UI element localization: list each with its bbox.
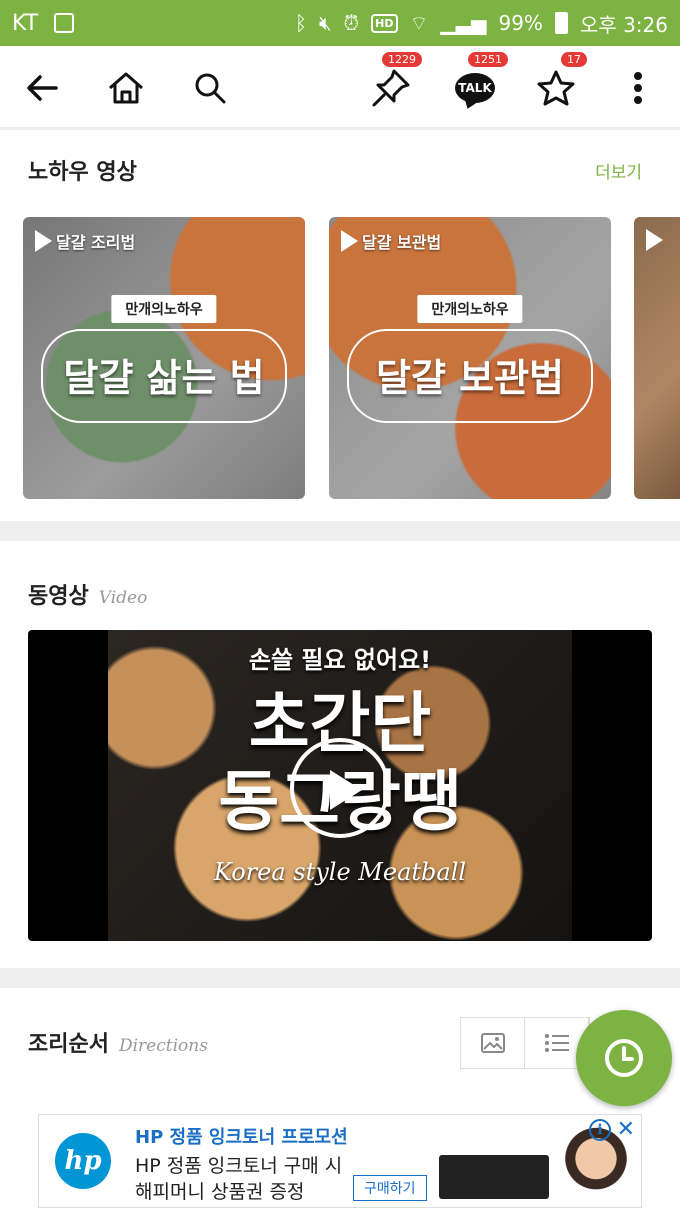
card-headline: 달걀 보관법 [375, 356, 565, 400]
mute-icon: 🔇︎ [318, 11, 332, 35]
play-icon [646, 229, 663, 251]
ad-title: HP 정품 잉크토너 프로모션 [135, 1127, 348, 1148]
card-tag: 달걀 보관법 [341, 229, 441, 253]
recent-history-fab[interactable] [576, 1010, 672, 1106]
pin-icon [372, 69, 410, 107]
talk-button[interactable]: TALK 1251 [450, 46, 508, 130]
section-divider [0, 521, 680, 541]
ad-cta-button[interactable]: 구매하기 [353, 1175, 427, 1201]
carrier-label: KT [12, 10, 39, 36]
video-section-subtitle: Video [98, 588, 148, 608]
video-section-title-text: 동영상 [28, 584, 89, 609]
play-icon [35, 230, 52, 252]
video-script-text: Korea style Meatball [213, 858, 467, 886]
view-mode-toggle [460, 1017, 590, 1069]
alarm-icon: ⏰︎ [343, 11, 360, 35]
play-icon [341, 230, 358, 252]
pin-button[interactable]: 1229 [366, 46, 422, 130]
clock-icon [605, 1039, 643, 1077]
image-icon [480, 1033, 505, 1053]
howto-card[interactable]: 달걀 보관법 만개의노하우 달걀 보관법 [329, 217, 611, 499]
bluetooth-icon: ᛒ [294, 11, 307, 35]
card-tag: 달걀 조리법 [35, 229, 135, 253]
favorite-button[interactable]: 17 [533, 46, 587, 130]
talk-icon: TALK [455, 73, 495, 103]
video-player[interactable]: 손쓸 필요 없어요! 초간단 동그랑땡 Korea style Meatball [28, 630, 652, 941]
home-button[interactable] [104, 46, 148, 130]
ad-product-image [439, 1155, 549, 1199]
howto-section-title: 노하우 영상 [28, 160, 137, 185]
section-divider [0, 968, 680, 988]
directions-title-text: 조리순서 [28, 1032, 109, 1057]
status-bar: KT ᛒ 🔇︎ ⏰︎ HD ⌔ ▁▃▅ 99% 오후 3:26 [0, 0, 680, 46]
star-icon [537, 70, 575, 106]
back-button[interactable] [20, 46, 64, 130]
card-ribbon: 만개의노하우 [417, 295, 523, 323]
video-section-title: 동영상 Video [28, 578, 147, 610]
pin-count-badge: 1229 [382, 52, 422, 67]
list-icon [544, 1034, 569, 1052]
card-headline: 달걀 삶는 법 [63, 356, 265, 400]
battery-percent: 99% [498, 11, 543, 35]
card-ribbon: 만개의노하우 [111, 295, 217, 323]
card-tag [646, 229, 663, 251]
directions-subtitle: Directions [118, 1036, 208, 1056]
image-view-button[interactable] [461, 1018, 525, 1068]
ad-line-1: HP 정품 잉크토너 구매 시 [135, 1155, 343, 1177]
ad-close-icon[interactable]: ✕ [617, 1117, 635, 1142]
more-link[interactable]: 더보기 [595, 158, 642, 183]
ad-banner[interactable]: hp HP 정품 잉크토너 프로모션 HP 정품 잉크토너 구매 시 해피머니 … [38, 1114, 642, 1208]
back-arrow-icon [27, 75, 58, 101]
search-icon [195, 73, 226, 104]
directions-section-title: 조리순서 Directions [28, 1026, 208, 1058]
video-play-button[interactable] [290, 738, 390, 838]
hp-logo: hp [55, 1133, 111, 1189]
battery-icon [554, 12, 568, 34]
more-menu-button[interactable] [622, 46, 654, 130]
ad-line-2: 해피머니 상품권 증정 [135, 1181, 305, 1203]
wifi-icon: ⌔ [409, 11, 429, 35]
card-tag-label: 달걀 보관법 [362, 233, 442, 252]
howto-card-partial[interactable] [634, 217, 680, 499]
signal-icon: ▁▃▅ [440, 11, 487, 35]
hd-voice-icon: HD [371, 13, 398, 33]
talk-count-badge: 1251 [468, 52, 508, 67]
card-tag-label: 달걀 조리법 [56, 233, 136, 252]
search-button[interactable] [188, 46, 232, 130]
gallery-notification-icon [54, 13, 75, 33]
app-toolbar: 1229 TALK 1251 17 [0, 46, 680, 130]
favorite-count-badge: 17 [561, 52, 587, 67]
clock-time: 오후 3:26 [579, 12, 668, 37]
ad-info-icon[interactable]: i [589, 1119, 611, 1141]
howto-card[interactable]: 달걀 조리법 만개의노하우 달걀 삶는 법 [23, 217, 305, 499]
home-icon [109, 72, 143, 104]
talk-label: TALK [458, 81, 492, 95]
more-vertical-icon [634, 72, 642, 104]
